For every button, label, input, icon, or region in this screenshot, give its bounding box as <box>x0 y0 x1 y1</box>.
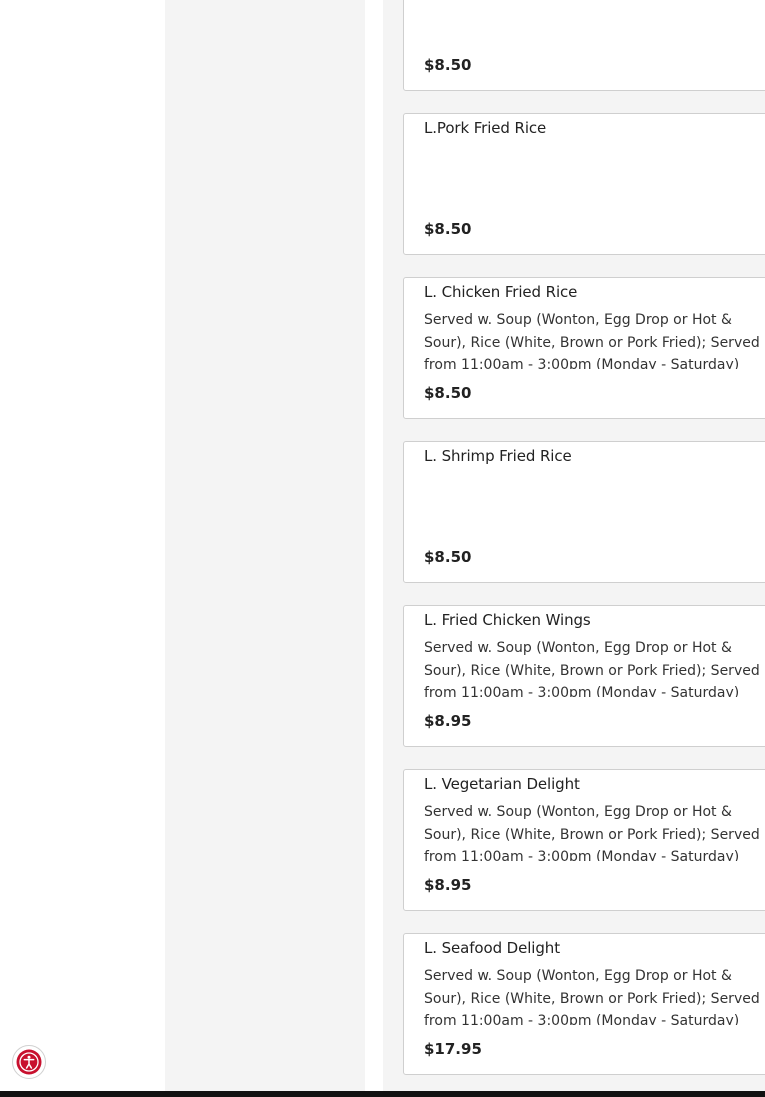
menu-item-card[interactable]: L. Chicken Fried Rice Served w. Soup (Wo… <box>403 277 765 419</box>
menu-item-name: L. Chicken Fried Rice <box>424 283 578 301</box>
menu-item-description <box>424 0 765 41</box>
menu-item-price: $8.50 <box>424 384 472 402</box>
menu-item-description: Served w. Soup (Wonton, Egg Drop or Hot … <box>424 640 760 697</box>
menu-item-price: $8.50 <box>424 56 472 74</box>
menu-item-description <box>424 145 765 205</box>
menu-item-card[interactable]: L. Fried Chicken Wings Served w. Soup (W… <box>403 605 765 747</box>
menu-item-price: $8.95 <box>424 876 472 894</box>
menu-item-card[interactable]: $8.50 <box>403 0 765 91</box>
menu-item-description: Served w. Soup (Wonton, Egg Drop or Hot … <box>424 312 760 369</box>
menu-item-description: Served w. Soup (Wonton, Egg Drop or Hot … <box>424 804 760 861</box>
menu-item-list: $8.50 L.Pork Fried Rice $8.50 L. Chicken… <box>383 0 765 1091</box>
menu-item-name: L. Fried Chicken Wings <box>424 611 591 629</box>
bottom-bar <box>0 1091 765 1097</box>
menu-item-name: L. Shrimp Fried Rice <box>424 447 572 465</box>
menu-item-price: $8.50 <box>424 548 472 566</box>
menu-item-description <box>424 473 765 533</box>
menu-item-card[interactable]: L. Vegetarian Delight Served w. Soup (Wo… <box>403 769 765 911</box>
menu-item-card[interactable]: L. Seafood Delight Served w. Soup (Wonto… <box>403 933 765 1075</box>
menu-item-name: L. Vegetarian Delight <box>424 775 580 793</box>
menu-item-price: $17.95 <box>424 1040 482 1058</box>
menu-item-card[interactable]: L. Shrimp Fried Rice $8.50 <box>403 441 765 583</box>
category-sidebar <box>165 0 365 1091</box>
menu-item-name: L.Pork Fried Rice <box>424 119 547 137</box>
menu-item-name: L. Seafood Delight <box>424 939 560 957</box>
menu-item-price: $8.50 <box>424 220 472 238</box>
menu-item-description: Served w. Soup (Wonton, Egg Drop or Hot … <box>424 968 760 1025</box>
menu-item-card[interactable]: L.Pork Fried Rice $8.50 <box>403 113 765 255</box>
left-blank-area <box>0 0 165 1091</box>
menu-item-price: $8.95 <box>424 712 472 730</box>
accessibility-button[interactable] <box>12 1045 46 1079</box>
column-gap <box>365 0 383 1091</box>
accessibility-icon <box>16 1049 42 1075</box>
